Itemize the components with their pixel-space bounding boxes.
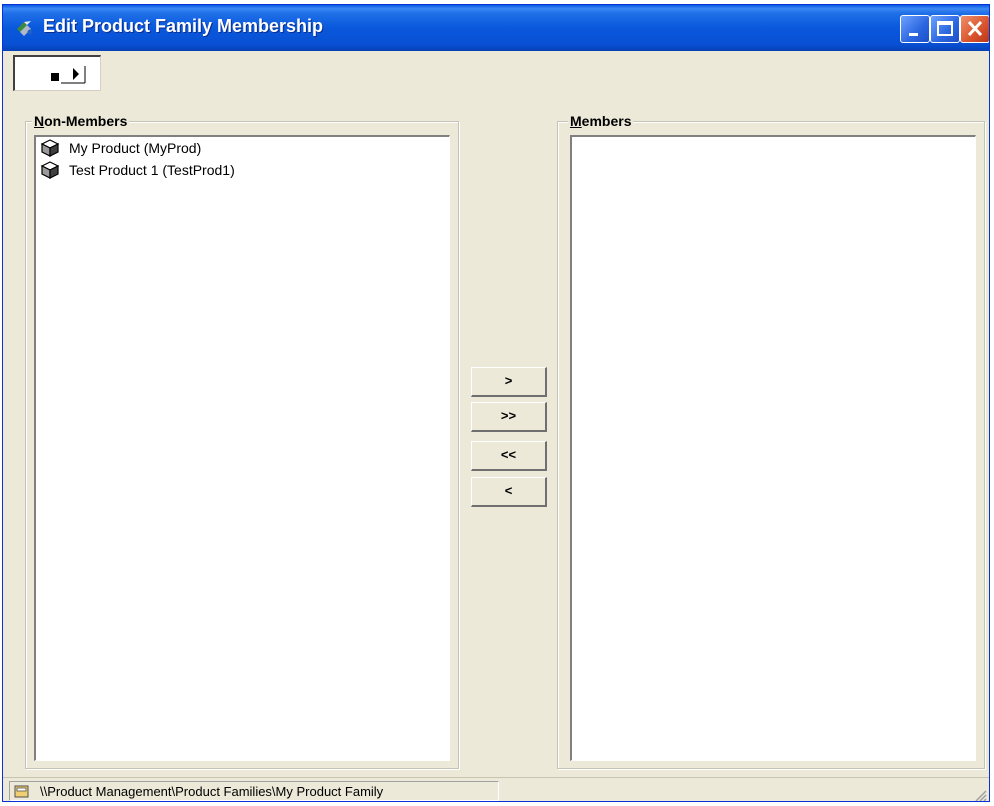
list-item-label: My Product (MyProd) bbox=[69, 140, 202, 156]
status-path: \\Product Management\Product Families\My… bbox=[40, 784, 384, 799]
members-list[interactable] bbox=[570, 135, 976, 761]
title-bar[interactable]: Edit Product Family Membership bbox=[3, 5, 989, 51]
status-panel: \\Product Management\Product Families\My… bbox=[9, 781, 499, 801]
minimize-icon bbox=[909, 33, 918, 36]
list-item[interactable]: My Product (MyProd) bbox=[36, 137, 449, 159]
folder-icon bbox=[14, 784, 30, 798]
list-item-label: Test Product 1 (TestProd1) bbox=[69, 162, 235, 178]
close-icon bbox=[967, 20, 983, 37]
maximize-button[interactable] bbox=[930, 15, 960, 43]
non-members-label: Non-Members bbox=[32, 113, 130, 129]
add-all-button[interactable]: >> bbox=[471, 402, 547, 432]
close-button[interactable] bbox=[960, 15, 989, 43]
non-members-list[interactable]: My Product (MyProd) Test Product 1 (Test… bbox=[34, 135, 450, 761]
run-toolbar-button[interactable] bbox=[13, 55, 101, 91]
play-stop-icon bbox=[51, 66, 86, 84]
edit-product-family-window: Edit Product Family Membership Non-Membe… bbox=[2, 4, 990, 802]
product-box-icon bbox=[40, 161, 60, 179]
members-label: Members bbox=[568, 113, 634, 129]
remove-all-button[interactable]: << bbox=[471, 441, 547, 471]
remove-selected-button[interactable]: < bbox=[471, 477, 547, 507]
product-box-icon bbox=[40, 139, 60, 157]
list-item[interactable]: Test Product 1 (TestProd1) bbox=[36, 159, 449, 181]
window-title: Edit Product Family Membership bbox=[43, 16, 324, 36]
minimize-button[interactable] bbox=[900, 15, 930, 43]
resize-grip-icon[interactable] bbox=[973, 788, 987, 801]
app-icon bbox=[15, 19, 35, 37]
add-selected-button[interactable]: > bbox=[471, 367, 547, 397]
status-bar: \\Product Management\Product Families\My… bbox=[3, 777, 989, 801]
